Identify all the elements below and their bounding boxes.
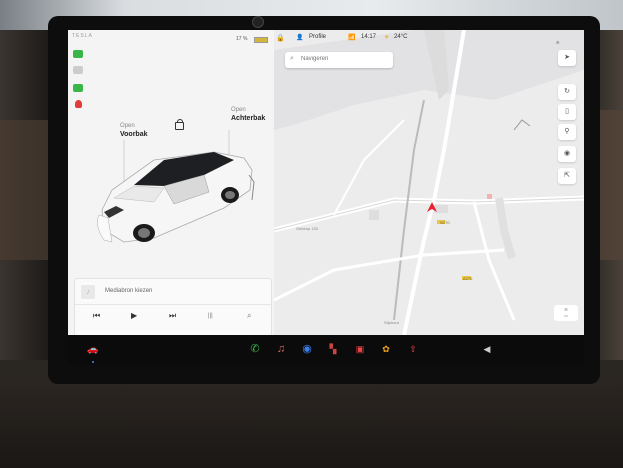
media-search-icon[interactable]: ⌕ [247,311,251,321]
settings-icon[interactable]: ◉ [558,146,576,162]
equalizer-icon[interactable]: ||| [208,313,213,319]
battery-icon [254,37,268,43]
media-source-label[interactable]: Mediabron kiezen [105,288,152,294]
battery-percent: 17 % [236,36,248,42]
wifi-icon: 📶 [348,35,356,41]
map-controls: ➤ ↻ ▯ ⚲ ◉ ⇱ [558,50,580,200]
fog-lights-icon[interactable] [73,66,83,74]
car-icon[interactable]: 🚗 [86,342,100,356]
media-divider [75,304,271,305]
weather-icon: ☀ [384,35,390,41]
apps-icon[interactable]: ✿ [379,342,393,356]
play-icon[interactable]: ▶ [131,311,137,320]
map-road-label: A270 [463,276,473,281]
map-place-label: Geldrop 153 [296,226,319,231]
profile-icon[interactable]: 👤 [296,34,303,41]
pin-icon[interactable]: ⚲ [558,124,576,140]
background-dash-left [0,120,55,260]
parking-lights-icon[interactable] [73,84,83,92]
report-button[interactable]: ☰ ▭ [554,305,578,321]
brand-label: TESLA [72,33,93,39]
background-dash-right [600,110,623,260]
navigation-map[interactable]: Geldrop 153 Stiphout N270 A270 [274,30,584,335]
camera-icon[interactable]: ◉ [300,342,314,356]
rear-trunk-label[interactable]: Achterbak [231,115,265,122]
media-source-icon: ♪ [81,285,95,299]
rear-trunk-state[interactable]: Open [231,107,246,113]
map-road-label: N270 [440,220,450,225]
share-icon[interactable]: ⇱ [558,168,576,184]
volume-icon[interactable]: ◀ [480,342,494,356]
lock-status-icon[interactable]: 🔒 [276,34,285,42]
seatbelt-icon [75,100,82,108]
music-icon[interactable]: ♫ [274,342,288,356]
search-icon: ⌕ [290,55,294,62]
car-indicator [92,361,94,363]
headlights-icon[interactable] [73,50,83,58]
map-place-label: Stiphout [384,320,399,325]
car-panel: TESLA 17 % Open Voorbak Open Achterbak ♪… [68,30,275,335]
calendar-icon[interactable]: ▣ [353,342,367,356]
front-trunk-state[interactable]: Open [120,123,135,129]
compass-icon[interactable]: ➤ [558,50,576,66]
charging-icon[interactable]: ▯ [558,104,576,120]
lock-icon[interactable] [175,119,184,130]
next-track-icon[interactable]: ⏭ [169,311,176,321]
background-console [0,380,623,468]
map-settings-icon[interactable]: ⚙ [556,40,560,45]
search-input[interactable] [301,56,389,62]
phone-icon[interactable]: ✆ [248,342,262,356]
temperature: 24°C [394,34,408,40]
taskbar: 🚗 ✆ ♫ ◉ ▚ ▣ ✿ ⇧ ◀ [68,335,584,365]
car-model-image [97,130,255,243]
navigation-search[interactable]: ⌕ [285,52,393,68]
reroute-icon[interactable]: ↻ [558,84,576,100]
profile-button[interactable]: Profile [309,34,326,40]
touchscreen: TESLA 17 % Open Voorbak Open Achterbak ♪… [68,30,584,335]
clock: 14:17 [361,34,377,40]
map-canvas[interactable] [274,30,584,335]
dashcam-icon[interactable]: ⇧ [406,342,420,356]
cabin-camera [252,16,264,28]
energy-icon[interactable]: ▚ [326,342,340,356]
media-player[interactable]: ♪ Mediabron kiezen ⏮ ▶ ⏭ ||| ⌕ [74,278,272,335]
previous-track-icon[interactable]: ⏮ [93,311,100,321]
